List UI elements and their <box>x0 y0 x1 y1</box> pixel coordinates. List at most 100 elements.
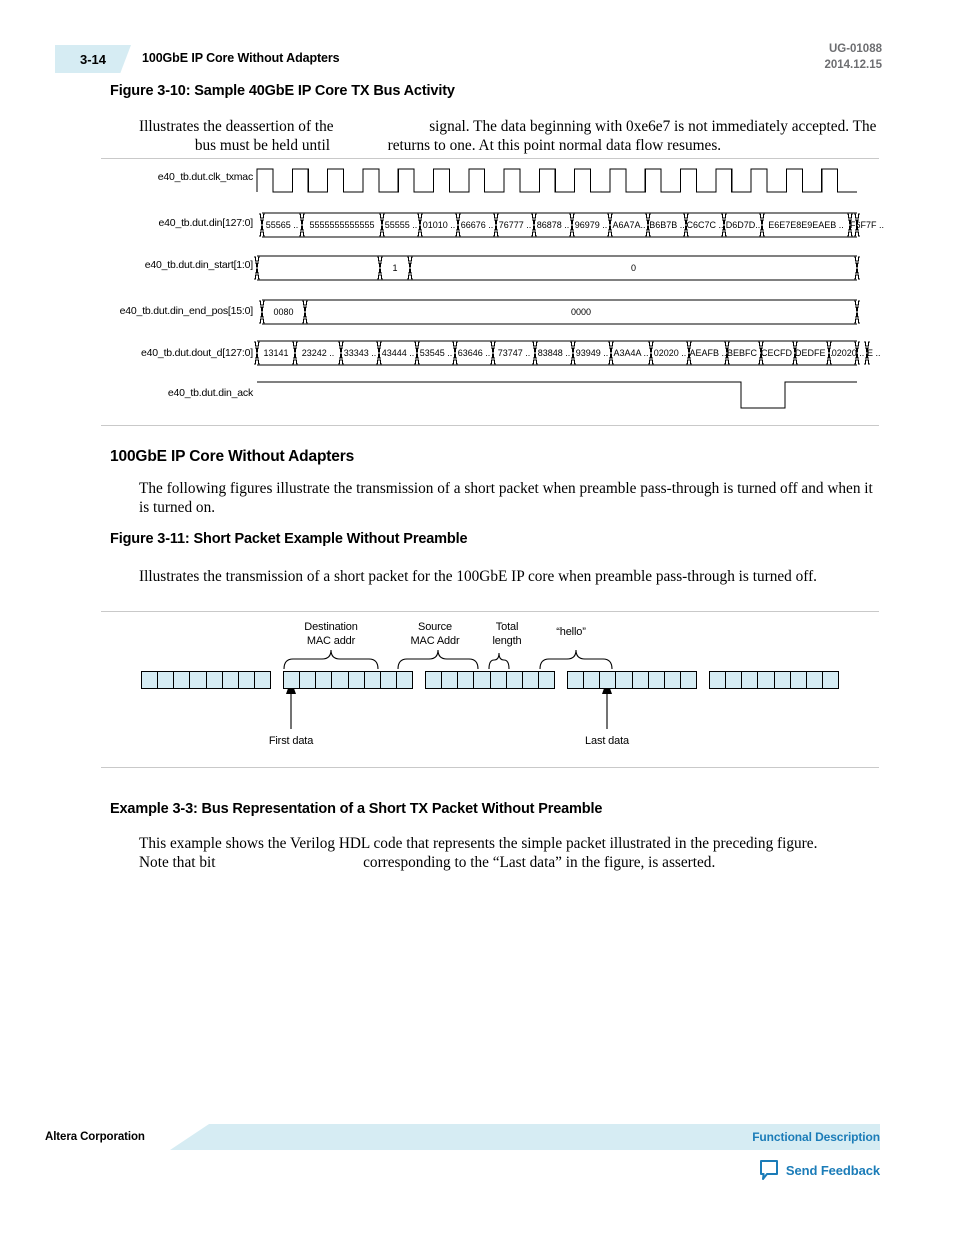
packet-byte-group <box>141 671 271 689</box>
figure-3-11-title: Figure 3-11: Short Packet Example Withou… <box>110 531 468 547</box>
caption-segment-2: signal. The data beginning with 0xe6e7 i… <box>429 118 877 135</box>
packet-byte-cell <box>397 672 412 688</box>
packet-field-label-total-length-line1: Total <box>495 621 519 633</box>
din-value: C6C7C .. <box>686 219 724 230</box>
packet-byte-cell <box>665 672 681 688</box>
dout-d-value: 63646 .. <box>457 347 491 358</box>
packet-byte-cell <box>616 672 633 688</box>
packet-byte-group <box>283 671 413 689</box>
packet-byte-cell <box>349 672 365 688</box>
footer-company: Altera Corporation <box>45 1131 145 1143</box>
packet-byte-cell <box>316 672 333 688</box>
section-heading-100gbe: 100GbE IP Core Without Adapters <box>110 448 355 465</box>
figure-3-11-rule-top <box>101 611 879 612</box>
packet-byte-cell <box>223 672 239 688</box>
packet-field-label-destination-line2: MAC addr <box>306 635 356 647</box>
packet-byte-cell <box>807 672 823 688</box>
dout-d-value: 23242 .. <box>301 347 335 358</box>
dout-d-value: 53545 .. <box>419 347 453 358</box>
send-feedback-button[interactable]: Send Feedback <box>759 1160 880 1181</box>
din-value: A6A7A.. <box>612 219 646 230</box>
figure-3-11-annotations <box>283 649 613 729</box>
din-value: 86878 .. <box>536 219 570 230</box>
page-header: 3-14 100GbE IP Core Without Adapters UG-… <box>0 0 954 84</box>
document-meta: UG-01088 2014.12.15 <box>824 41 882 73</box>
packet-byte-cell <box>332 672 349 688</box>
document-date: 2014.12.15 <box>824 59 882 71</box>
din-value: 66676 .. <box>460 219 494 230</box>
packet-byte-cell <box>174 672 191 688</box>
dout-d-value: AEAFB .. <box>689 347 727 358</box>
packet-byte-cell <box>633 672 649 688</box>
packet-byte-cell <box>775 672 791 688</box>
dout-d-value: E .. <box>867 347 881 358</box>
packet-byte-cell <box>158 672 175 688</box>
packet-byte-cell <box>239 672 255 688</box>
packet-field-label-hello-line1: “hello” <box>556 626 586 638</box>
packet-byte-cell <box>190 672 207 688</box>
example-3-3-paragraph: This example shows the Verilog HDL code … <box>139 835 839 872</box>
dout-d-value: 73747 .. <box>497 347 531 358</box>
din-value: E6E7E8E9EAEB .. <box>768 219 844 230</box>
din-end-pos-value: 0000 <box>570 306 592 317</box>
packet-byte-group <box>709 671 839 689</box>
packet-annotation-first-data: First data <box>268 735 314 747</box>
figure-3-10-rule-top <box>101 158 879 159</box>
packet-byte-cell <box>600 672 617 688</box>
example-3-3-title: Example 3-3: Bus Representation of a Sho… <box>110 801 603 817</box>
din-value: 01010 .. <box>422 219 456 230</box>
packet-byte-cell <box>474 672 491 688</box>
packet-byte-cell <box>523 672 539 688</box>
packet-byte-group <box>425 671 555 689</box>
packet-byte-cell <box>539 672 554 688</box>
packet-byte-cell <box>584 672 601 688</box>
dout-d-value: 13141 <box>263 347 289 358</box>
packet-field-label-total-length: Total length <box>478 620 536 648</box>
packet-field-label-total-length-line2: length <box>492 635 522 647</box>
wave-label-din-ack: e40_tb.dut.din_ack <box>167 387 253 399</box>
wave-label-din-start: e40_tb.dut.din_start[1:0] <box>144 259 253 271</box>
packet-byte-cell <box>823 672 838 688</box>
packet-byte-cell <box>649 672 665 688</box>
packet-byte-cell <box>726 672 743 688</box>
packet-byte-cell <box>365 672 381 688</box>
figure-3-10-rule-bottom <box>101 425 879 426</box>
din-ack-waveform <box>257 381 857 409</box>
dout-d-value: BEBFC .. <box>727 347 765 358</box>
din-value: 55555 .. <box>384 219 418 230</box>
dout-d-value: 83848 .. <box>537 347 571 358</box>
wave-label-clk-txmac: e40_tb.dut.clk_txmac <box>157 171 253 183</box>
packet-field-label-hello: “hello” <box>535 625 607 639</box>
din-value: 55565 .. <box>265 219 299 230</box>
dout-d-value: DEDFE .. <box>795 347 834 358</box>
packet-byte-cell <box>791 672 807 688</box>
footer-section-link[interactable]: Functional Description <box>752 1130 880 1144</box>
packet-byte-cell <box>742 672 759 688</box>
clock-waveform <box>256 168 857 193</box>
packet-byte-cell <box>681 672 696 688</box>
din-start-value: 0 <box>630 262 636 273</box>
packet-byte-cell <box>507 672 523 688</box>
packet-byte-cell <box>207 672 223 688</box>
packet-byte-cell <box>300 672 317 688</box>
dout-d-value: 02020 .. <box>831 347 865 358</box>
packet-byte-cell <box>284 672 301 688</box>
din-value: 76777 .. <box>498 219 532 230</box>
packet-byte-cell <box>142 672 159 688</box>
din-value: B6B7B .. <box>649 219 685 230</box>
figure-3-10-waveform <box>254 168 870 409</box>
din-end-pos-value: 0080 <box>273 306 294 317</box>
figure-3-11-rule-bottom <box>101 767 879 768</box>
document-id: UG-01088 <box>828 43 882 55</box>
packet-byte-cell <box>426 672 443 688</box>
wave-label-dout-d: e40_tb.dut.dout_d[127:0] <box>141 347 253 359</box>
send-feedback-label: Send Feedback <box>785 1163 880 1178</box>
page-number-tab: 3-14 <box>55 45 131 73</box>
caption-segment-4: returns to one. At this point normal dat… <box>387 136 722 154</box>
wave-label-din: e40_tb.dut.din[127:0] <box>158 217 254 229</box>
figure-3-11-caption: Illustrates the transmission of a short … <box>139 568 817 585</box>
packet-field-label-destination-line1: Destination <box>304 621 358 633</box>
packet-byte-cell <box>491 672 507 688</box>
dout-d-value: 33343 .. <box>343 347 377 358</box>
packet-field-label-source-line1: Source <box>418 621 452 633</box>
